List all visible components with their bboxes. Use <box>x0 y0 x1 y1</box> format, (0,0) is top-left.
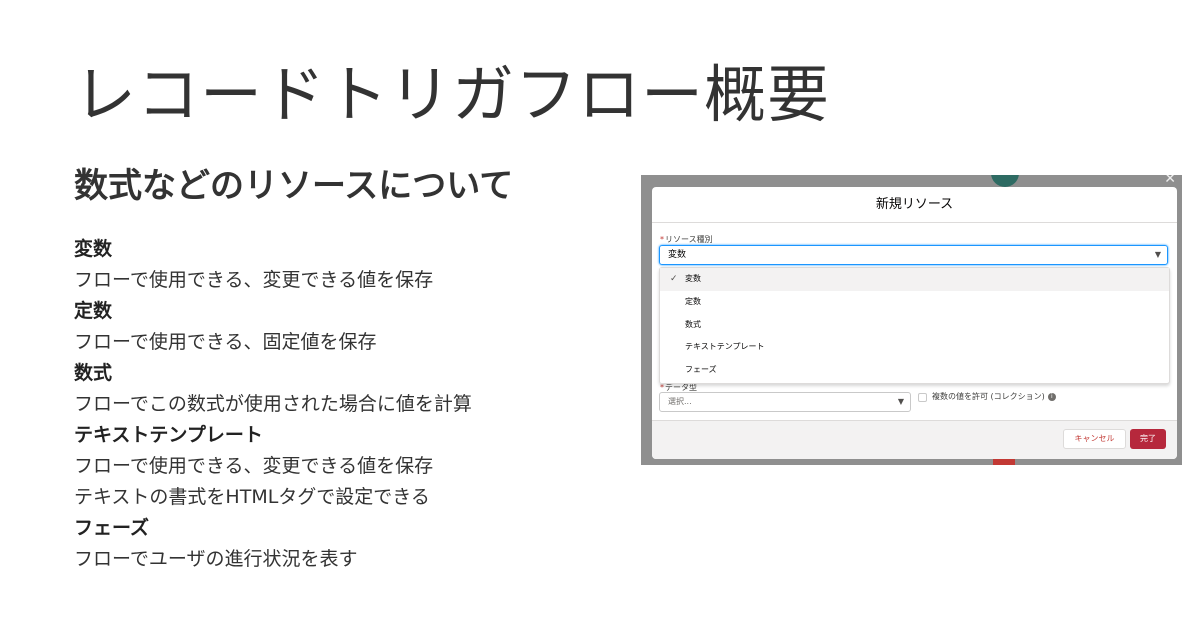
info-icon[interactable]: i <box>1047 392 1056 401</box>
modal-footer: キャンセル 完了 <box>652 420 1177 459</box>
cancel-button[interactable]: キャンセル <box>1063 429 1126 449</box>
check-icon: ✓ <box>670 274 678 284</box>
embedded-screenshot: ✕ 新規リソース *リソース種別 変数 ▼ ✓ 変数 定数 数式 テキストテンプ… <box>641 175 1182 465</box>
required-marker: * <box>660 383 664 392</box>
resource-descriptions: 変数 フローで使用できる、変更できる値を保存 定数 フローで使用できる、固定値を… <box>74 236 614 577</box>
dropdown-option-formula[interactable]: 数式 <box>660 314 1169 337</box>
chevron-down-icon: ▼ <box>897 397 904 406</box>
collection-label-text: 複数の値を許可 (コレクション) <box>932 392 1045 401</box>
item-description: テキストの書式をHTMLタグで設定できる <box>74 486 430 508</box>
done-button[interactable]: 完了 <box>1130 429 1166 449</box>
dropdown-option-text-template[interactable]: テキストテンプレート <box>660 336 1169 359</box>
dropdown-option-constant[interactable]: 定数 <box>660 291 1169 314</box>
dropdown-option-variable[interactable]: ✓ 変数 <box>660 268 1169 291</box>
item-description: フローでこの数式が使用された場合に値を計算 <box>74 393 472 415</box>
option-label: 定数 <box>685 296 701 306</box>
data-type-label-text: データ型 <box>665 383 697 392</box>
dropdown-option-stage[interactable]: フェーズ <box>660 359 1169 382</box>
item-heading-constant: 定数 <box>74 300 113 322</box>
background-node-icon <box>991 175 1019 187</box>
required-marker: * <box>660 235 664 244</box>
data-type-select[interactable]: 選択... ▼ <box>659 392 911 412</box>
resource-type-label: *リソース種別 <box>660 234 713 245</box>
resource-type-combobox[interactable]: 変数 ▼ <box>659 245 1168 265</box>
resource-type-dropdown: ✓ 変数 定数 数式 テキストテンプレート フェーズ <box>659 267 1170 384</box>
option-label: 変数 <box>685 274 701 283</box>
background-node-marker <box>993 459 1015 465</box>
option-label: 数式 <box>685 319 701 329</box>
option-label: テキストテンプレート <box>685 342 765 352</box>
slide-title: レコードトリガフロー概要 <box>74 58 831 131</box>
close-icon[interactable]: ✕ <box>1164 175 1176 187</box>
item-heading-formula: 数式 <box>74 362 113 384</box>
item-description: フローで使用できる、固定値を保存 <box>74 331 377 353</box>
item-description: フローで使用できる、変更できる値を保存 <box>74 455 434 477</box>
item-heading-stage: フェーズ <box>74 517 150 539</box>
collection-checkbox[interactable] <box>918 393 927 402</box>
collection-label: 複数の値を許可 (コレクション) i <box>932 391 1056 402</box>
option-label: フェーズ <box>685 365 717 375</box>
item-description: フローでユーザの進行状況を表す <box>74 548 358 570</box>
item-heading-variable: 変数 <box>74 238 113 260</box>
new-resource-modal: 新規リソース *リソース種別 変数 ▼ ✓ 変数 定数 数式 テキストテンプレー… <box>652 187 1177 459</box>
resource-type-label-text: リソース種別 <box>665 235 713 244</box>
slide-subtitle: 数式などのリソースについて <box>74 166 514 206</box>
item-description: フローで使用できる、変更できる値を保存 <box>74 269 434 291</box>
modal-title: 新規リソース <box>652 187 1177 223</box>
data-type-placeholder: 選択... <box>668 397 692 406</box>
resource-type-value: 変数 <box>668 250 687 260</box>
item-heading-text-template: テキストテンプレート <box>74 424 263 446</box>
chevron-down-icon: ▼ <box>1154 250 1161 259</box>
